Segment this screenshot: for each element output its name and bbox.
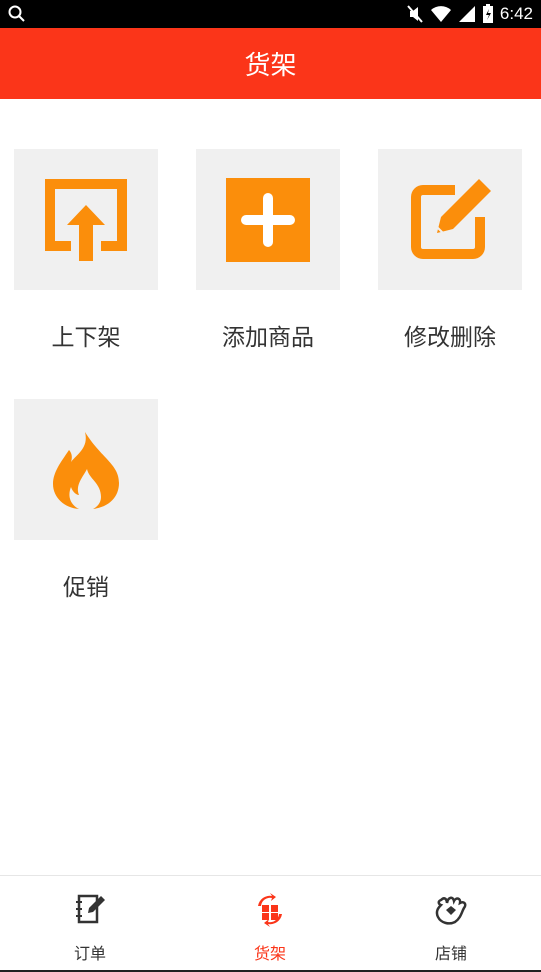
grid-item-label: 上下架 <box>51 325 121 351</box>
edit-delete-icon <box>411 178 491 259</box>
grid-item-label: 修改删除 <box>404 325 496 351</box>
promotion-fire-icon <box>53 431 119 509</box>
wifi-icon <box>430 6 451 22</box>
shop-icon <box>435 896 467 925</box>
page-title: 货架 <box>244 51 297 81</box>
battery-icon <box>482 4 493 23</box>
grid-item-add-product[interactable] <box>196 149 340 290</box>
nav-item-shelf[interactable]: 货架 <box>180 876 360 971</box>
shelf-upload-icon <box>45 178 127 261</box>
status-time: 6:42 <box>499 4 533 23</box>
search-icon[interactable] <box>8 5 26 23</box>
nav-label: 货架 <box>253 944 286 963</box>
mute-icon <box>407 5 423 23</box>
add-product-icon <box>226 177 310 262</box>
grid-item-label: 添加商品 <box>222 325 314 351</box>
shelf-icon <box>258 893 282 927</box>
nav-label: 店铺 <box>434 944 467 963</box>
grid-item-edit-delete[interactable] <box>378 149 522 290</box>
status-bar: 6:42 <box>0 0 541 28</box>
nav-item-shop[interactable]: 店铺 <box>361 876 541 971</box>
title-bar: 货架 <box>0 28 541 99</box>
bottom-nav: 订单 货架 店铺 <box>0 875 541 971</box>
grid-item-promotion[interactable] <box>14 399 158 540</box>
orders-icon <box>76 894 105 924</box>
nav-item-orders[interactable]: 订单 <box>0 876 180 971</box>
nav-label: 订单 <box>73 944 106 963</box>
signal-icon <box>458 6 475 22</box>
grid-item-shelf-updown[interactable] <box>14 149 158 290</box>
grid-item-label: 促销 <box>63 575 109 601</box>
